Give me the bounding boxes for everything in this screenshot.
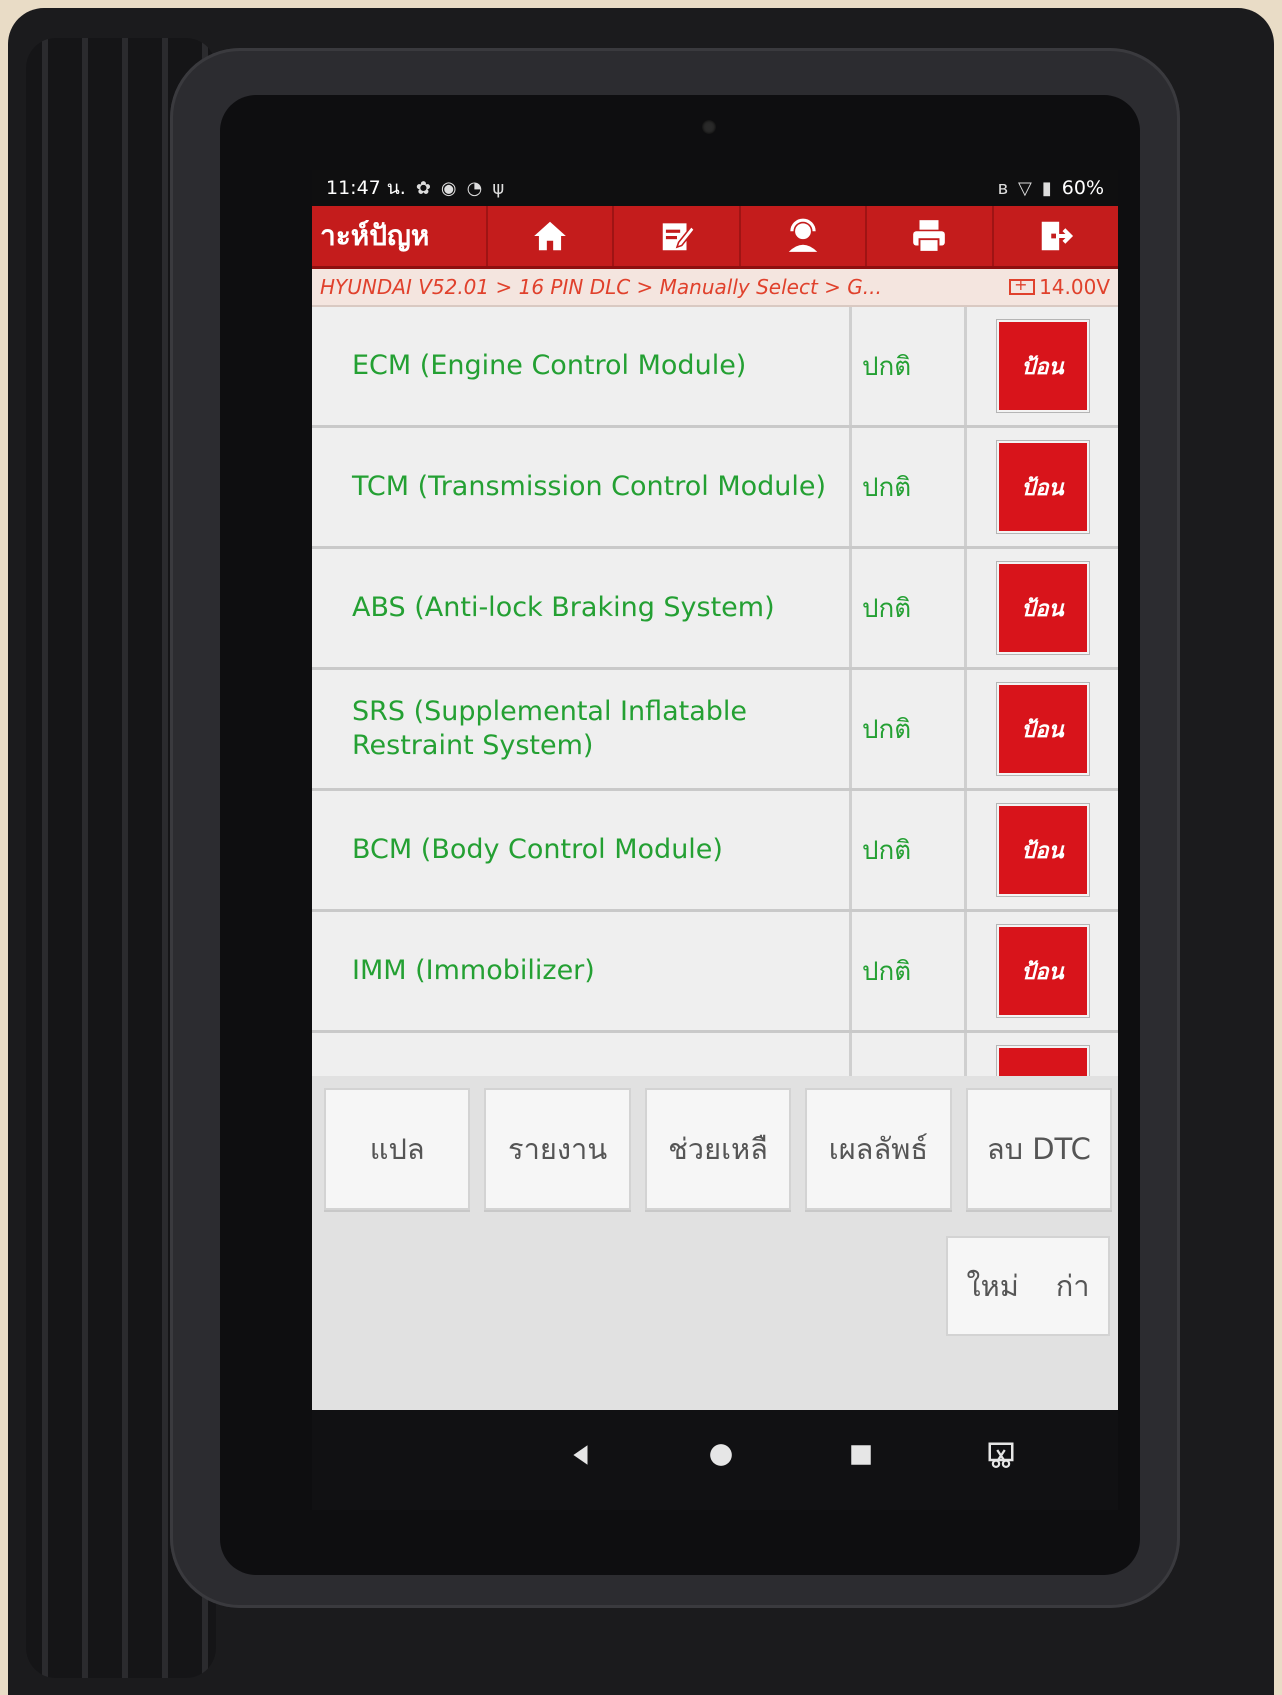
ecu-status: ปกติ bbox=[852, 549, 967, 667]
enter-button-imm[interactable]: ป้อน bbox=[996, 925, 1089, 1017]
back-button[interactable] bbox=[561, 1435, 601, 1475]
enter-button-tcm[interactable]: ป้อน bbox=[996, 441, 1089, 533]
translate-button[interactable]: แปล bbox=[324, 1088, 471, 1210]
report-button[interactable] bbox=[612, 206, 738, 266]
ecu-status: ปกติ bbox=[852, 912, 967, 1030]
printer-icon bbox=[913, 220, 946, 253]
voltage-value: 14.00V bbox=[1039, 275, 1110, 299]
ecu-row-bcm: BCM (Body Control Module) ปกติ ป้อน bbox=[312, 791, 1118, 912]
ecu-name: IMM (Immobilizer) bbox=[312, 912, 852, 1030]
support-button[interactable] bbox=[738, 206, 865, 266]
screenshot-button[interactable] bbox=[981, 1435, 1021, 1475]
ecu-row-tcm: TCM (Transmission Control Module) ปกติ ป… bbox=[312, 428, 1118, 549]
ecu-name: ECM (Engine Control Module) bbox=[312, 307, 852, 425]
home-circle-icon bbox=[710, 1444, 732, 1466]
ecu-row-imm: IMM (Immobilizer) ปกติ ป้อน bbox=[312, 912, 1118, 1033]
enter-button-srs[interactable]: ป้อน bbox=[996, 683, 1089, 775]
android-home-button[interactable] bbox=[701, 1435, 741, 1475]
page-nav: ใหม่ ก่า bbox=[946, 1236, 1110, 1336]
ecu-status: ปกติ bbox=[852, 307, 967, 425]
bluetooth-icon: ʙ bbox=[997, 177, 1009, 199]
report-function-button[interactable]: รายงาน bbox=[484, 1088, 631, 1210]
next-page-button[interactable]: ใหม่ bbox=[966, 1263, 1018, 1309]
prev-page-button[interactable]: ก่า bbox=[1056, 1263, 1090, 1309]
ecu-row-abs: ABS (Anti-lock Braking System) ปกติ ป้อน bbox=[312, 549, 1118, 670]
enter-button-ecm[interactable]: ป้อน bbox=[996, 320, 1089, 412]
signal-icon: ▽ bbox=[1018, 177, 1032, 199]
wifi-icon: ◔ bbox=[466, 177, 483, 199]
app-header: าะห์ปัญห bbox=[312, 206, 1118, 269]
recents-square-icon bbox=[851, 1445, 871, 1465]
front-camera bbox=[702, 120, 716, 134]
results-button[interactable]: เผลลัพธ์ bbox=[805, 1088, 952, 1210]
back-triangle-icon bbox=[573, 1445, 588, 1465]
voltage-readout: 14.00V bbox=[1009, 275, 1110, 299]
screen: 11:47 น. ✿ ◉ ◔ ψ ʙ ▽ ▮ 60% าะห์ปัญห HYUN… bbox=[312, 170, 1118, 1410]
car-battery-icon bbox=[1009, 275, 1036, 295]
edit-report-icon bbox=[662, 223, 696, 251]
fan-icon: ✿ bbox=[415, 177, 431, 199]
battery-icon: ▮ bbox=[1041, 177, 1052, 199]
clear-dtc-button[interactable]: ลบ DTC bbox=[965, 1088, 1113, 1210]
help-button[interactable]: ช่วยเหลื bbox=[644, 1088, 792, 1210]
ecu-status: ปกติ bbox=[852, 428, 967, 546]
android-nav-buttons bbox=[150, 1410, 1282, 1500]
ecu-status: ปกติ bbox=[852, 670, 967, 788]
enter-button-bcm[interactable]: ป้อน bbox=[996, 804, 1089, 896]
ecu-status: ปกติ bbox=[852, 791, 967, 909]
steering-icon: ◉ bbox=[440, 177, 457, 199]
ecu-row-ecm: ECM (Engine Control Module) ปกติ ป้อน bbox=[312, 307, 1118, 428]
home-button[interactable] bbox=[486, 206, 612, 266]
page-title: าะห์ปัญห bbox=[320, 219, 430, 252]
breadcrumb-path: HYUNDAI V52.01 > 16 PIN DLC > Manually S… bbox=[320, 275, 882, 299]
ecu-name: TCM (Transmission Control Module) bbox=[312, 428, 852, 546]
home-icon bbox=[534, 221, 567, 251]
support-agent-icon bbox=[788, 218, 818, 252]
status-time: 11:47 น. bbox=[326, 177, 406, 199]
exit-button[interactable] bbox=[991, 206, 1118, 266]
exit-icon bbox=[1041, 221, 1073, 251]
print-button[interactable] bbox=[865, 206, 991, 266]
enter-button-abs[interactable]: ป้อน bbox=[996, 562, 1089, 654]
ecu-row-srs: SRS (Supplemental Inflatable Restraint S… bbox=[312, 670, 1118, 791]
function-panel: แปล รายงาน ช่วยเหลื เผลลัพธ์ ลบ DTC ใหม่… bbox=[312, 1076, 1118, 1410]
battery-percent: 60% bbox=[1061, 177, 1104, 199]
recents-button[interactable] bbox=[841, 1435, 881, 1475]
scissors-icon bbox=[988, 1442, 1014, 1468]
breadcrumb: HYUNDAI V52.01 > 16 PIN DLC > Manually S… bbox=[312, 269, 1118, 307]
ecu-name: SRS (Supplemental Inflatable Restraint S… bbox=[312, 670, 852, 788]
ecu-name: ABS (Anti-lock Braking System) bbox=[312, 549, 852, 667]
ecu-list: ECM (Engine Control Module) ปกติ ป้อน TC… bbox=[312, 307, 1118, 1154]
usb-icon: ψ bbox=[492, 177, 505, 199]
ecu-name: BCM (Body Control Module) bbox=[312, 791, 852, 909]
status-bar: 11:47 น. ✿ ◉ ◔ ψ ʙ ▽ ▮ 60% bbox=[312, 170, 1118, 206]
